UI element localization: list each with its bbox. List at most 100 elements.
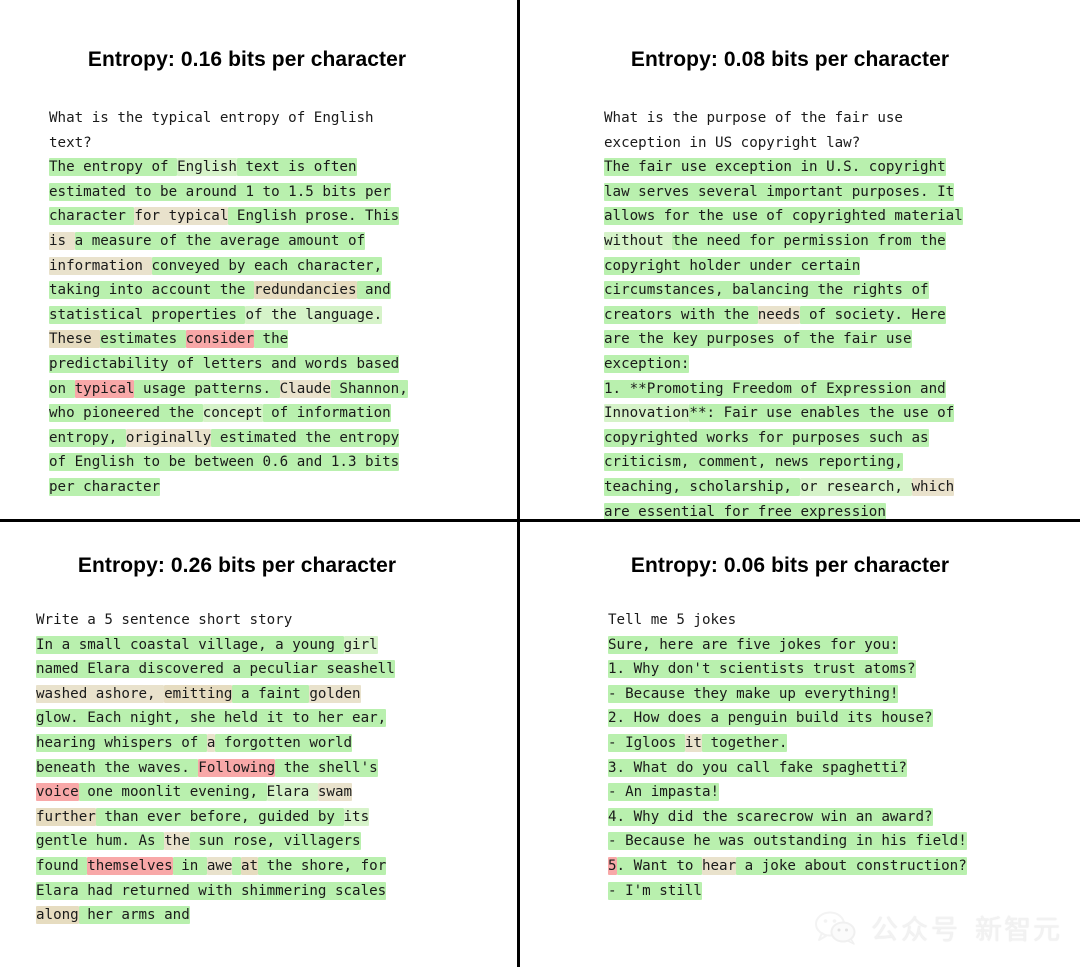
panel-top-left: Entropy: 0.16 bits per character What is…	[0, 0, 518, 521]
text-line: per character	[49, 475, 449, 500]
token: per character	[49, 477, 161, 496]
token: of English to be between 0.6 and 1.3 bit…	[49, 453, 400, 472]
panel-text-bottom-right: Tell me 5 jokes Sure, here are five jokes…	[608, 608, 1008, 903]
token: a joke about construction?	[736, 856, 967, 875]
text-line: Tell me 5 jokes	[608, 608, 1008, 633]
text-line: 1. Why don't scientists trust atoms?	[608, 657, 1008, 682]
token: Following	[198, 758, 276, 777]
text-line: 1. **Promoting Freedom of Expression and	[604, 377, 1004, 402]
token: Elara	[266, 783, 318, 802]
token: awe	[206, 856, 233, 875]
token: 1. Why don't scientists trust atoms?	[608, 660, 916, 679]
token: further	[36, 807, 96, 826]
token: - Because he was outstanding in his fiel…	[608, 832, 967, 851]
token: its	[343, 807, 370, 826]
token: The entropy of	[49, 158, 178, 177]
token: copyrighted works for purposes such as	[604, 428, 929, 447]
panel-title-bottom-right: Entropy: 0.06 bits per character	[630, 554, 950, 577]
text-line: taking into account the redundancies and	[49, 278, 449, 303]
panel-text-bottom-left: Write a 5 sentence short story In a small…	[36, 608, 440, 928]
token: copyright holder under certain	[604, 256, 861, 275]
text-line: criticism, comment, news reporting,	[604, 450, 1004, 475]
token: forgotten world	[215, 733, 353, 752]
token: What is the purpose of the fair use	[604, 110, 903, 126]
panel-text-top-left: What is the typical entropy of English te…	[49, 106, 449, 500]
text-line: copyright holder under certain	[604, 254, 1004, 279]
token: sun rose, villagers	[189, 832, 361, 851]
token: named Elara discovered a peculiar seashe…	[36, 660, 395, 679]
text-line: are essential for free expression	[604, 500, 1004, 522]
text-line: circumstances, balancing the rights of	[604, 278, 1004, 303]
text-line: exception in US copyright law?	[604, 131, 1004, 156]
text-line: character for typical English prose. Thi…	[49, 204, 449, 229]
token: typical	[74, 379, 135, 398]
token: exception in US copyright law?	[604, 134, 861, 151]
token: English	[177, 158, 237, 177]
token: creators with the	[604, 305, 758, 324]
token: found	[36, 856, 88, 875]
token: usage patterns.	[134, 379, 280, 398]
text-line: teaching, scholarship, or research, whic…	[604, 475, 1004, 500]
text-line: on typical usage patterns. Claude Shanno…	[49, 377, 449, 402]
token: emitting	[164, 684, 233, 703]
token: In a small coastal village, a young	[36, 635, 344, 654]
token: Elara had returned with shimmering scale…	[36, 881, 387, 900]
text-line: named Elara discovered a peculiar seashe…	[36, 657, 440, 682]
text-line: further than ever before, guided by its	[36, 805, 440, 830]
token: circumstances, balancing the rights of	[604, 281, 929, 300]
token: of information	[262, 404, 391, 423]
token: redundancies	[254, 281, 357, 300]
token: exception:	[604, 354, 690, 373]
text-line: found themselves in awe at the shore, fo…	[36, 854, 440, 879]
text-line: are the key purposes of the fair use	[604, 327, 1004, 352]
panel-title-top-right: Entropy: 0.08 bits per character	[630, 48, 950, 71]
token: the need for permission from the	[672, 231, 946, 250]
token: - Igloos	[608, 733, 685, 752]
text-line: What is the purpose of the fair use	[604, 106, 1004, 131]
token: the shell's	[275, 758, 378, 777]
token: than ever before, guided by	[95, 807, 344, 826]
token: hearing whispers of	[36, 733, 207, 752]
panel-bottom-right: Entropy: 0.06 bits per character Tell me…	[518, 521, 1080, 967]
token: for typical	[134, 207, 229, 226]
token: voice	[36, 783, 79, 802]
token: - I'm still	[608, 881, 702, 900]
token: **: Fair use enables the use of	[689, 404, 955, 423]
token: which	[911, 477, 955, 496]
text-line: text?	[49, 131, 449, 156]
token: - An impasta!	[608, 783, 720, 802]
text-line: along her arms and	[36, 903, 440, 928]
text-line: is a measure of the average amount of	[49, 229, 449, 254]
token: one moonlit evening,	[78, 783, 267, 802]
text-line: who pioneered the concept of information	[49, 401, 449, 426]
text-line: entropy, originally estimated the entrop…	[49, 426, 449, 451]
token: the	[254, 330, 289, 349]
text-line: law serves several important purposes. I…	[604, 180, 1004, 205]
token: text?	[49, 134, 92, 151]
text-line: beneath the waves. Following the shell's	[36, 756, 440, 781]
text-line: information conveyed by each character,	[49, 254, 449, 279]
token: washed ashore,	[36, 684, 165, 703]
token	[232, 856, 242, 875]
token: on	[49, 379, 75, 398]
token: hear	[701, 856, 737, 875]
token: 2. How does a penguin build its house?	[608, 709, 933, 728]
text-line: statistical properties of the language.	[49, 303, 449, 328]
token: beneath the waves.	[36, 758, 199, 777]
text-line: - Because he was outstanding in his fiel…	[608, 829, 1008, 854]
text-line: without the need for permission from the	[604, 229, 1004, 254]
token: glow. Each night, she held it to her ear…	[36, 709, 387, 728]
token: law serves several important purposes. I…	[604, 182, 955, 201]
token: These	[49, 330, 101, 349]
token: What is the typical entropy of English	[49, 110, 374, 126]
token: and	[356, 281, 391, 300]
token: Sure, here are five jokes for you:	[608, 635, 899, 654]
token: themselves	[87, 856, 173, 875]
token: character	[49, 207, 135, 226]
token: swam	[317, 783, 353, 802]
text-line: - I'm still	[608, 879, 1008, 904]
token: golden	[309, 684, 361, 703]
text-line: Sure, here are five jokes for you:	[608, 633, 1008, 658]
token: statistical properties	[49, 305, 246, 324]
panel-title-bottom-left: Entropy: 0.26 bits per character	[77, 554, 397, 577]
